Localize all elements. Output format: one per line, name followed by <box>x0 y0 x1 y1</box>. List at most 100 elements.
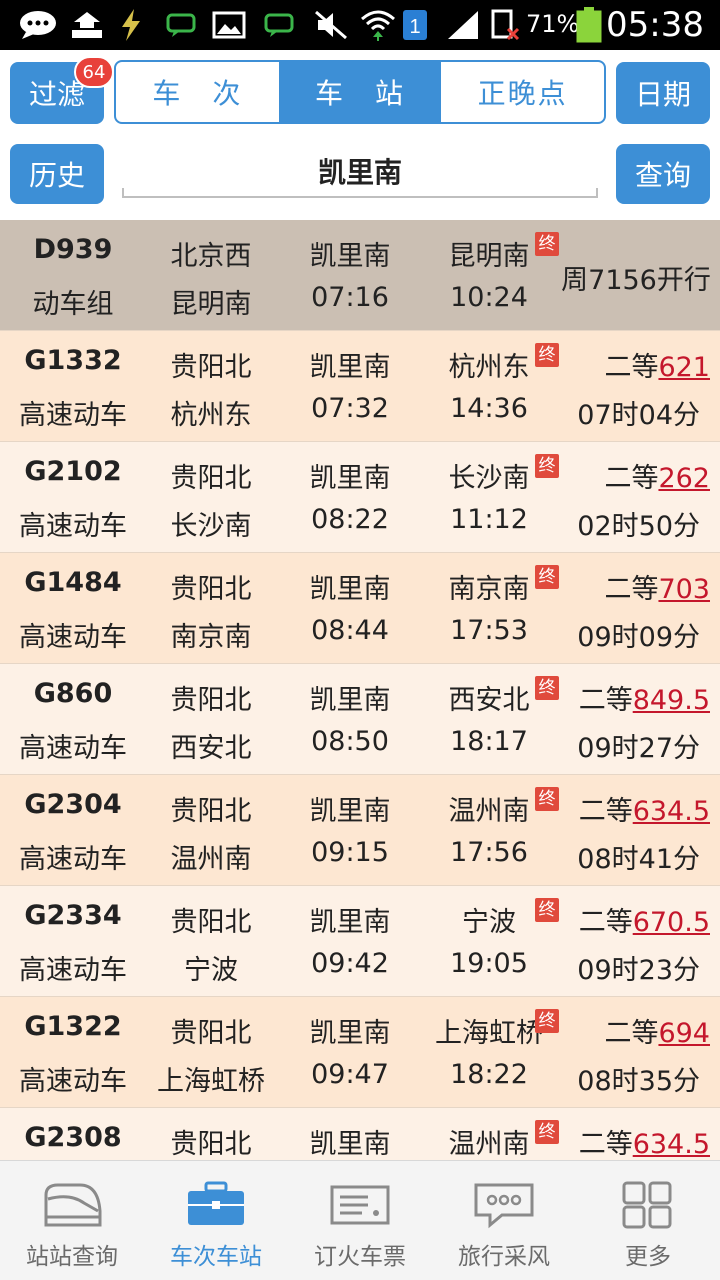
seat-class: 二等 <box>578 685 633 716</box>
price-link[interactable]: 634.5 <box>633 1129 710 1160</box>
price-link[interactable]: 849.5 <box>633 685 710 716</box>
seat-class: 二等 <box>604 463 659 494</box>
no-sim-icon <box>490 8 520 42</box>
nav-label: 更多 <box>625 1244 671 1270</box>
sim-icon: 1 <box>402 8 428 42</box>
departure-time: 08:22 <box>311 504 389 535</box>
terminal-badge: 终 <box>535 1009 559 1033</box>
seat-price: 二等694 <box>560 1011 710 1050</box>
departure-time: 09:42 <box>311 948 389 979</box>
boarding-station: 凯里南 <box>309 685 391 716</box>
terminal-station: 温州南 <box>170 844 252 875</box>
message-icon <box>166 8 196 42</box>
origin-station: 贵阳北 <box>170 1129 252 1160</box>
tab-train-number[interactable]: 车 次 <box>116 62 279 122</box>
operation-note: 周7156开行 <box>561 265 711 296</box>
seat-class: 二等 <box>604 352 659 383</box>
history-label: 历史 <box>28 159 85 192</box>
boarding-station: 凯里南 <box>309 574 391 605</box>
terminal-station: 宁波 <box>184 955 238 986</box>
departure-time: 09:15 <box>311 837 389 868</box>
tab-punctuality[interactable]: 正晚点 <box>441 62 604 122</box>
table-row[interactable]: G2334 高速动车 贵阳北 宁波 凯里南 09:42 宁波 19:05 终 二… <box>0 886 720 997</box>
battery-icon <box>576 7 602 43</box>
price-link[interactable]: 694 <box>658 1018 710 1049</box>
nav-more[interactable]: 更多 <box>576 1161 720 1280</box>
train-type: 动车组 <box>32 289 114 320</box>
seat-class: 二等 <box>578 907 633 938</box>
table-row[interactable]: G2102 高速动车 贵阳北 长沙南 凯里南 08:22 长沙南 11:12 终… <box>0 442 720 553</box>
seat-price: 二等703 <box>560 567 710 606</box>
origin-station: 贵阳北 <box>170 352 252 383</box>
price-link[interactable]: 621 <box>658 352 710 383</box>
price-link[interactable]: 703 <box>658 574 710 605</box>
train-type: 高速动车 <box>19 844 127 875</box>
departure-time: 07:32 <box>311 393 389 424</box>
train-number: G2308 <box>24 1122 122 1153</box>
status-bar: 1 71% 05:38 <box>0 0 720 50</box>
train-type: 高速动车 <box>19 400 127 431</box>
nav-train-station[interactable]: 车次车站 <box>144 1161 288 1280</box>
image-icon <box>212 8 246 42</box>
nav-travel-notes[interactable]: 旅行采风 <box>432 1161 576 1280</box>
chat-icon <box>472 1181 536 1229</box>
terminal-station: 杭州东 <box>170 400 252 431</box>
terminal-station: 西安北 <box>170 733 252 764</box>
flash-icon <box>118 8 144 42</box>
train-icon <box>40 1181 104 1229</box>
arrival-time: 11:12 <box>450 504 528 535</box>
boarding-station: 凯里南 <box>309 1129 391 1160</box>
nav-station-to-station[interactable]: 站站查询 <box>0 1161 144 1280</box>
origin-station: 北京西 <box>170 241 252 272</box>
origin-station: 贵阳北 <box>170 907 252 938</box>
date-label: 日期 <box>634 78 691 111</box>
terminal-station: 南京南 <box>170 622 252 653</box>
seat-price: 二等634.5 <box>560 789 710 828</box>
train-number: G1322 <box>24 1011 122 1042</box>
tab-station[interactable]: 车 站 <box>278 62 442 122</box>
travel-duration: 07时04分 <box>577 400 700 431</box>
train-number: G1484 <box>24 567 122 598</box>
train-type: 高速动车 <box>19 511 127 542</box>
travel-duration: 09时27分 <box>577 733 700 764</box>
station-input[interactable]: 凯里南 <box>122 146 598 198</box>
train-number: G860 <box>33 678 113 709</box>
origin-station: 贵阳北 <box>170 685 252 716</box>
price-link[interactable]: 634.5 <box>633 796 710 827</box>
seat-price: 二等849.5 <box>560 678 710 717</box>
origin-station: 贵阳北 <box>170 463 252 494</box>
wifi-icon <box>360 8 396 42</box>
terminal-badge: 终 <box>535 676 559 700</box>
station-input-value: 凯里南 <box>317 156 402 189</box>
nav-book-tickets[interactable]: 订火车票 <box>288 1161 432 1280</box>
boarding-station: 凯里南 <box>309 907 391 938</box>
origin-station: 贵阳北 <box>170 574 252 605</box>
travel-duration: 08时41分 <box>577 844 700 875</box>
date-button[interactable]: 日期 <box>616 62 710 124</box>
boarding-station: 凯里南 <box>309 796 391 827</box>
travel-duration: 02时50分 <box>577 511 700 542</box>
table-row[interactable]: G2304 高速动车 贵阳北 温州南 凯里南 09:15 温州南 17:56 终… <box>0 775 720 886</box>
seat-price: 二等670.5 <box>560 900 710 939</box>
train-type: 高速动车 <box>19 1066 127 1097</box>
table-row[interactable]: G1322 高速动车 贵阳北 上海虹桥 凯里南 09:47 上海虹桥 18:22… <box>0 997 720 1108</box>
ticket-icon <box>328 1181 392 1229</box>
price-link[interactable]: 262 <box>658 463 710 494</box>
filter-badge: 64 <box>74 56 114 88</box>
table-row[interactable]: G1332 高速动车 贵阳北 杭州东 凯里南 07:32 杭州东 14:36 终… <box>0 331 720 442</box>
table-row[interactable]: D939 动车组 北京西 昆明南 凯里南 07:16 昆明南 10:24 终 周… <box>0 220 720 331</box>
signal-icon <box>446 8 480 42</box>
table-row[interactable]: G2308 贵阳北 凯里南 温州南 终 二等634.5 <box>0 1108 720 1160</box>
price-link[interactable]: 670.5 <box>633 907 710 938</box>
history-button[interactable]: 历史 <box>10 144 104 204</box>
mode-tabs: 车 次 车 站 正晚点 <box>114 60 606 124</box>
departure-time: 09:47 <box>311 1059 389 1090</box>
header: 过滤 64 车 次 车 站 正晚点 日期 历史 凯里南 查询 <box>0 50 720 220</box>
boarding-station: 凯里南 <box>309 463 391 494</box>
nav-label: 车次车站 <box>170 1244 262 1270</box>
terminal-badge: 终 <box>535 232 559 256</box>
travel-duration: 09时23分 <box>577 955 700 986</box>
table-row[interactable]: G1484 高速动车 贵阳北 南京南 凯里南 08:44 南京南 17:53 终… <box>0 553 720 664</box>
table-row[interactable]: G860 高速动车 贵阳北 西安北 凯里南 08:50 西安北 18:17 终 … <box>0 664 720 775</box>
query-button[interactable]: 查询 <box>616 144 710 204</box>
